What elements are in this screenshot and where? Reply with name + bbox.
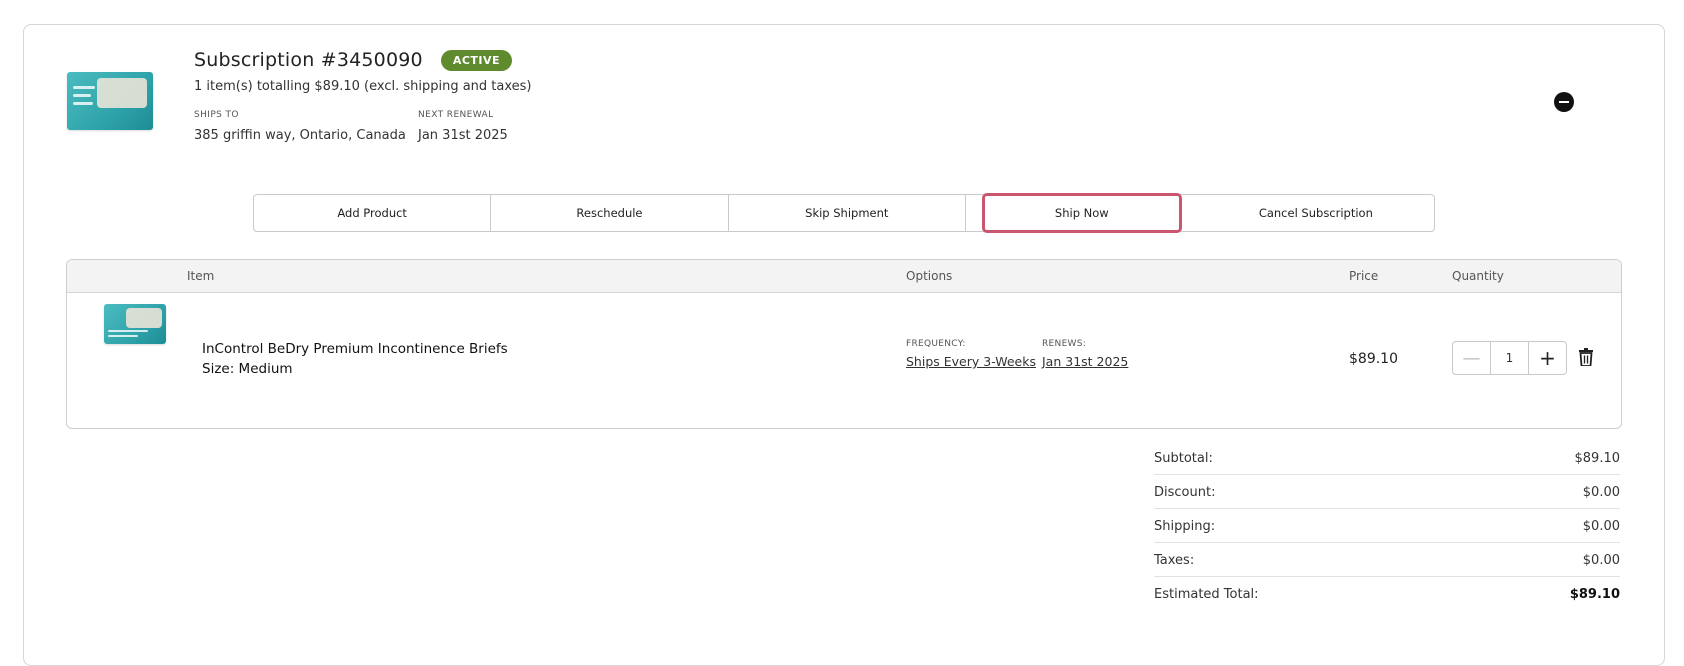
plus-icon[interactable]: + <box>1529 342 1566 374</box>
discount-label: Discount: <box>1154 485 1216 500</box>
subscription-items-table: Item Options Price Quantity InControl Be… <box>66 259 1622 429</box>
quantity-stepper: — 1 + <box>1452 341 1567 375</box>
renews-label: RENEWS: <box>1042 339 1087 349</box>
skip-shipment-button[interactable]: Skip Shipment <box>729 195 966 231</box>
subtotal-label: Subtotal: <box>1154 451 1213 466</box>
ships-to-label: SHIPS TO <box>194 110 239 120</box>
price-column-header: Price <box>1349 269 1379 283</box>
discount-row: Discount: $0.00 <box>1154 475 1620 509</box>
next-renewal-label: NEXT RENEWAL <box>418 110 494 120</box>
subscription-product-image <box>67 72 153 130</box>
table-header: Item Options Price Quantity <box>67 260 1621 293</box>
cancel-subscription-button[interactable]: Cancel Subscription <box>1198 195 1434 231</box>
minus-icon[interactable]: — <box>1453 342 1490 374</box>
shipping-value: $0.00 <box>1582 519 1620 534</box>
status-badge: ACTIVE <box>440 49 513 71</box>
quantity-value[interactable]: 1 <box>1490 342 1529 374</box>
shipping-label: Shipping: <box>1154 519 1216 534</box>
estimated-total-label: Estimated Total: <box>1154 587 1259 602</box>
trash-icon[interactable] <box>1579 348 1593 366</box>
subscription-actions: Add Product Reschedule Skip Shipment Shi… <box>253 193 1435 233</box>
options-column-header: Options <box>906 269 953 283</box>
shipping-row: Shipping: $0.00 <box>1154 509 1620 543</box>
taxes-label: Taxes: <box>1154 553 1195 568</box>
item-price: $89.10 <box>1349 351 1398 367</box>
subscription-summary: 1 item(s) totalling $89.10 (excl. shippi… <box>194 79 532 94</box>
subtotal-value: $89.10 <box>1574 451 1621 466</box>
item-size: Size: Medium <box>202 361 293 377</box>
estimated-total-value: $89.10 <box>1569 587 1620 602</box>
taxes-row: Taxes: $0.00 <box>1154 543 1620 577</box>
frequency-link[interactable]: Ships Every 3-Weeks <box>906 354 1036 369</box>
discount-value: $0.00 <box>1582 485 1620 500</box>
ships-to-value: 385 griffin way, Ontario, Canada <box>194 128 406 143</box>
frequency-label: FREQUENCY: <box>906 339 966 349</box>
ship-now-button[interactable]: Ship Now <box>981 193 1182 233</box>
subscription-header: Subscription #3450090 ACTIVE <box>194 49 513 71</box>
item-name: InControl BeDry Premium Incontinence Bri… <box>202 341 508 357</box>
subtotal-row: Subtotal: $89.10 <box>1154 441 1620 475</box>
quantity-column-header: Quantity <box>1452 269 1504 283</box>
reschedule-button[interactable]: Reschedule <box>491 195 729 231</box>
add-product-button[interactable]: Add Product <box>254 195 492 231</box>
taxes-value: $0.00 <box>1582 553 1620 568</box>
next-renewal-value: Jan 31st 2025 <box>418 128 508 143</box>
item-product-image <box>104 304 166 344</box>
item-column-header: Item <box>187 269 215 283</box>
subscription-card: Subscription #3450090 ACTIVE 1 item(s) t… <box>23 24 1665 666</box>
minus-circle-icon[interactable] <box>1554 92 1574 112</box>
renews-link[interactable]: Jan 31st 2025 <box>1042 354 1128 369</box>
subscription-title: Subscription #3450090 <box>194 49 423 71</box>
order-totals: Subtotal: $89.10 Discount: $0.00 Shippin… <box>1154 441 1620 610</box>
estimated-total-row: Estimated Total: $89.10 <box>1154 577 1620 610</box>
